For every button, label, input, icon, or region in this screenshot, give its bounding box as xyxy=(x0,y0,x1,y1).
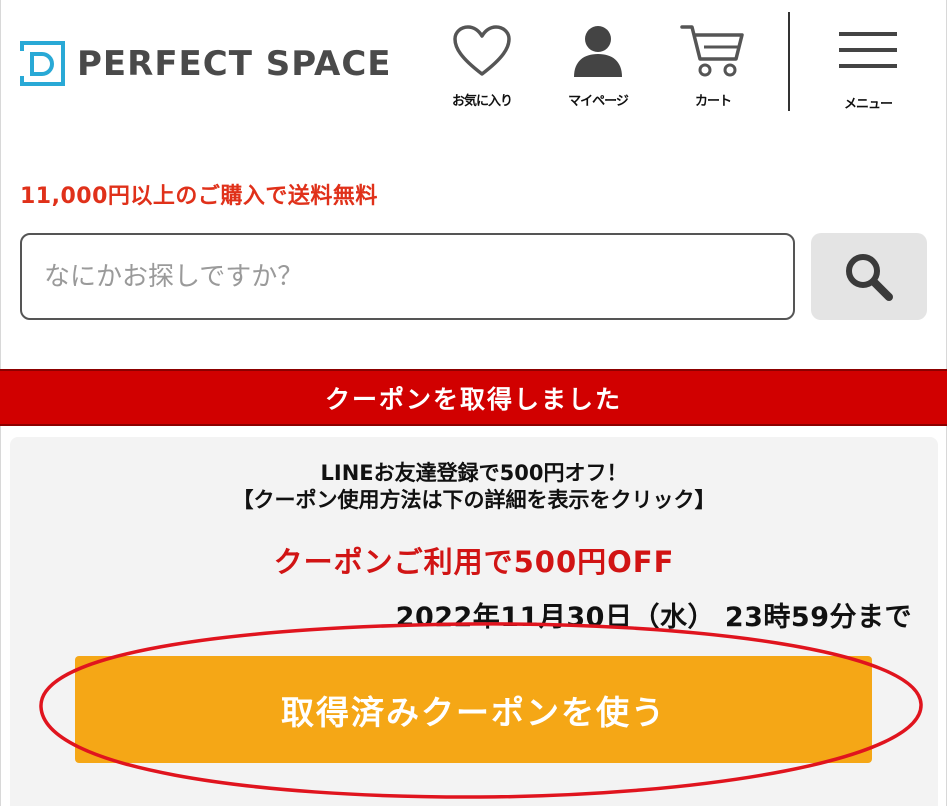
cart-icon xyxy=(680,25,744,77)
search-icon xyxy=(846,253,893,301)
search-button[interactable] xyxy=(811,233,927,320)
coupon-offer: クーポンご利用で500円OFF xyxy=(273,545,675,579)
header-divider xyxy=(788,12,790,111)
brand-logo[interactable]: PERFECT SPACE xyxy=(20,41,392,86)
nav-mypage[interactable]: マイページ xyxy=(553,20,643,112)
nav-menu-label: メニュー xyxy=(843,97,893,112)
user-icon xyxy=(574,26,622,77)
nav-favorites[interactable]: お気に入り xyxy=(437,20,527,112)
heart-icon xyxy=(453,25,511,76)
coupon-title: LINEお友達登録で500円オフ！ xyxy=(320,461,628,485)
coupon-acquired-banner: クーポンを取得しました xyxy=(0,369,947,426)
nav-cart-label: カート xyxy=(694,94,732,109)
use-coupon-button-label: 取得済みクーポンを使う xyxy=(281,692,666,732)
nav-menu[interactable]: メニュー xyxy=(823,20,913,112)
nav-cart[interactable]: カート xyxy=(668,20,758,112)
logo-text: PERFECT SPACE xyxy=(77,43,392,84)
logo-mark-icon xyxy=(20,41,65,86)
coupon-instruction: 【クーポン使用方法は下の詳細を表示をクリック】 xyxy=(232,488,716,512)
nav-favorites-label: お気に入り xyxy=(451,94,513,109)
coupon-expiry: 2022年11月30日（水） 23時59分まで xyxy=(395,602,912,633)
search-input[interactable] xyxy=(22,235,793,318)
hamburger-menu-icon xyxy=(839,31,897,68)
search-field[interactable] xyxy=(20,233,795,320)
coupon-acquired-text: クーポンを取得しました xyxy=(324,384,622,414)
use-coupon-button[interactable]: 取得済みクーポンを使う xyxy=(75,656,872,763)
free-shipping-notice: 11,000円以上のご購入で送料無料 xyxy=(20,184,378,209)
nav-mypage-label: マイページ xyxy=(568,94,629,109)
